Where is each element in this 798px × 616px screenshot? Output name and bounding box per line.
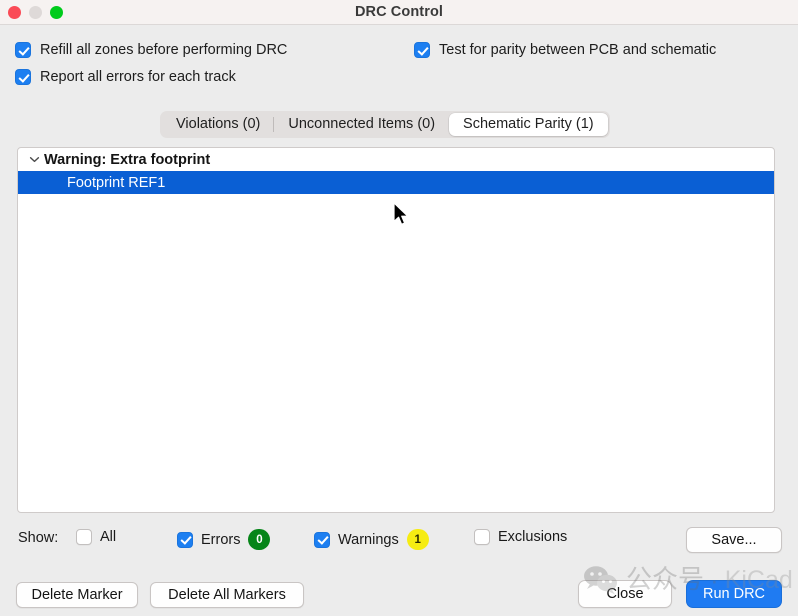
- option-report-all-errors[interactable]: Report all errors for each track: [15, 69, 236, 85]
- tree-item-footprint[interactable]: Footprint REF1: [18, 171, 774, 194]
- filter-errors-checkbox[interactable]: [177, 531, 193, 548]
- tab-violations[interactable]: Violations (0): [162, 113, 275, 136]
- report-all-errors-checkbox[interactable]: [15, 69, 31, 85]
- window-title: DRC Control: [354, 4, 444, 20]
- tab-schematic-parity[interactable]: Schematic Parity (1): [449, 113, 608, 136]
- tree-item-label: Footprint REF1: [67, 174, 166, 191]
- tab-unconnected-items[interactable]: Unconnected Items (0): [274, 113, 449, 136]
- filter-errors-label: Errors: [201, 531, 241, 548]
- drc-results-panel[interactable]: Warning: Extra footprint Footprint REF1: [17, 147, 775, 513]
- results-tabbar: Violations (0) Unconnected Items (0) Sch…: [160, 111, 610, 138]
- refill-all-zones-label: Refill all zones before performing DRC: [40, 42, 288, 58]
- filter-all[interactable]: All: [76, 529, 116, 545]
- option-test-parity[interactable]: Test for parity between PCB and schemati…: [414, 42, 716, 58]
- filter-all-checkbox[interactable]: [76, 529, 92, 545]
- filter-warnings[interactable]: Warnings 1: [314, 529, 429, 550]
- test-parity-label: Test for parity between PCB and schemati…: [439, 42, 717, 58]
- errors-count-badge: 0: [248, 529, 271, 550]
- tree-group-warning-extra-footprint[interactable]: Warning: Extra footprint: [18, 148, 774, 171]
- filter-errors[interactable]: Errors 0: [177, 529, 271, 550]
- test-parity-checkbox[interactable]: [414, 42, 430, 58]
- filter-all-label: All: [100, 529, 117, 545]
- show-filter-bar: Show: All Errors 0 Warnings 1 Exclusions: [0, 525, 798, 555]
- tree-group-label: Warning: Extra footprint: [44, 151, 211, 168]
- show-label: Show:: [18, 530, 59, 546]
- filter-exclusions-label: Exclusions: [498, 529, 568, 545]
- delete-marker-button[interactable]: Delete Marker: [16, 582, 138, 608]
- filter-warnings-checkbox[interactable]: [314, 531, 330, 548]
- option-refill-all-zones[interactable]: Refill all zones before performing DRC: [15, 42, 287, 58]
- warnings-count-badge: 1: [406, 529, 429, 550]
- delete-all-markers-button[interactable]: Delete All Markers: [150, 582, 304, 608]
- chevron-down-icon[interactable]: [24, 154, 44, 165]
- report-all-errors-label: Report all errors for each track: [40, 69, 236, 85]
- window-titlebar: DRC Control: [0, 0, 798, 25]
- filter-exclusions-checkbox[interactable]: [474, 529, 490, 545]
- filter-exclusions[interactable]: Exclusions: [474, 529, 567, 545]
- refill-all-zones-checkbox[interactable]: [15, 42, 31, 58]
- save-button[interactable]: Save...: [686, 527, 782, 553]
- filter-warnings-label: Warnings: [338, 531, 399, 548]
- close-button[interactable]: Close: [578, 580, 672, 608]
- run-drc-button[interactable]: Run DRC: [686, 580, 782, 608]
